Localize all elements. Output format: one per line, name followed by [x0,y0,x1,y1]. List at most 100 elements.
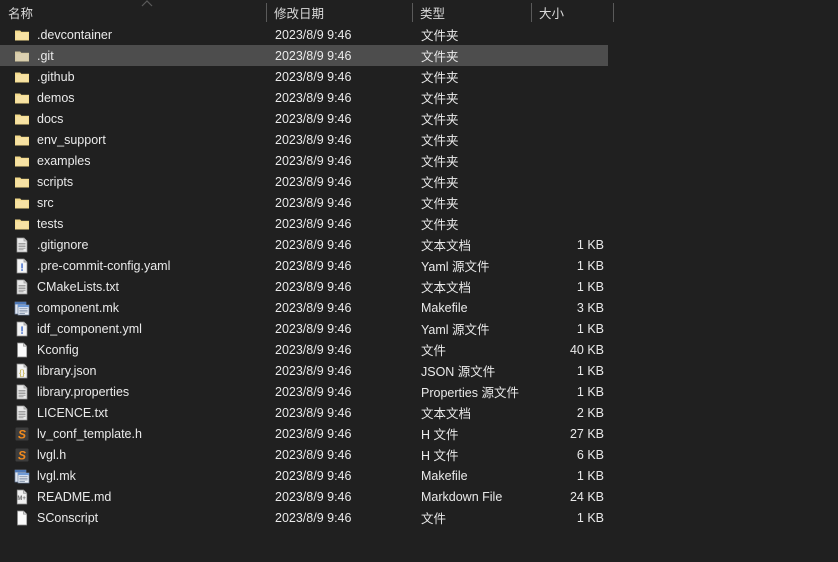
file-size-label: 1 KB [576,279,604,294]
table-row[interactable]: M+ README.md 2023/8/9 9:46 Markdown File 24 … [0,486,608,507]
file-type-label: Makefile [421,300,468,315]
file-name-cell[interactable]: CMakeLists.txt [0,276,266,297]
file-type-label: Properties 源文件 [421,386,519,400]
table-row[interactable]: .gitignore 2023/8/9 9:46 文本文档 1 KB [0,234,608,255]
column-header-date[interactable]: 修改日期 [266,0,412,24]
file-name-cell[interactable]: docs [0,108,266,129]
file-type-cell: Markdown File [412,486,531,507]
file-name-cell[interactable]: Slvgl.h [0,444,266,465]
table-row[interactable]: {} library.json 2023/8/9 9:46 JSON 源文件 1 KB [0,360,608,381]
table-row[interactable]: .github 2023/8/9 9:46 文件夹 [0,66,608,87]
file-type-cell: Makefile [412,465,531,486]
column-header-name-label: 名称 [8,6,34,21]
file-name-cell[interactable]: lvgl.mk [0,465,266,486]
table-row[interactable]: src 2023/8/9 9:46 文件夹 [0,192,608,213]
text-document-icon [14,237,30,253]
file-list[interactable]: .devcontainer 2023/8/9 9:46 文件夹 .git 2023/8/… [0,24,838,562]
column-header-type[interactable]: 类型 [412,0,531,24]
column-header-date-label: 修改日期 [274,6,325,21]
column-header-name[interactable]: 名称 [0,0,266,24]
file-type-cell: H 文件 [412,444,531,465]
file-name-cell[interactable]: src [0,192,266,213]
file-name-cell[interactable]: .pre-commit-config.yaml [0,255,266,276]
file-size-label: 24 KB [569,489,604,504]
file-date-cell: 2023/8/9 9:46 [266,381,412,402]
file-name-cell[interactable]: .github [0,66,266,87]
table-row[interactable]: docs 2023/8/9 9:46 文件夹 [0,108,608,129]
file-type-cell: 文件夹 [412,213,531,234]
file-name-cell[interactable]: examples [0,150,266,171]
column-header-size[interactable]: 大小 [531,0,613,24]
file-size-cell: 2 KB [531,402,608,423]
file-size-cell: 1 KB [531,318,608,339]
file-date-label: 2023/8/9 9:46 [275,405,352,420]
file-date-label: 2023/8/9 9:46 [275,321,352,336]
table-row[interactable]: CMakeLists.txt 2023/8/9 9:46 文本文档 1 KB [0,276,608,297]
table-row[interactable]: Kconfig 2023/8/9 9:46 文件 40 KB [0,339,608,360]
table-row[interactable]: SConscript 2023/8/9 9:46 文件 1 KB [0,507,608,528]
file-name-cell[interactable]: Kconfig [0,339,266,360]
file-name-cell[interactable]: .git [0,45,266,66]
file-size-cell: 1 KB [531,465,608,486]
file-type-cell: Yaml 源文件 [412,318,531,339]
file-name-cell[interactable]: .devcontainer [0,24,266,45]
file-name-cell[interactable]: demos [0,87,266,108]
file-type-label: 文件夹 [421,134,459,148]
file-name-cell[interactable]: env_support [0,129,266,150]
file-name-cell[interactable]: component.mk [0,297,266,318]
table-row[interactable]: component.mk 2023/8/9 9:46 Makefile 3 KB [0,297,608,318]
folder-icon [14,174,30,190]
table-row[interactable]: Slv_conf_template.h 2023/8/9 9:46 H 文件 27 K… [0,423,608,444]
file-size-cell: 24 KB [531,486,608,507]
table-row[interactable]: demos 2023/8/9 9:46 文件夹 [0,87,608,108]
folder-icon [14,90,30,106]
file-size-label: 40 KB [569,342,604,357]
column-divider-size-end[interactable] [613,3,614,22]
file-name-cell[interactable]: LICENCE.txt [0,402,266,423]
file-name-cell[interactable]: tests [0,213,266,234]
table-row[interactable]: scripts 2023/8/9 9:46 文件夹 [0,171,608,192]
file-type-cell: 文件夹 [412,171,531,192]
file-size-cell: 40 KB [531,339,608,360]
file-name-label: demos [37,90,75,105]
file-type-label: Yaml 源文件 [421,323,490,337]
file-date-cell: 2023/8/9 9:46 [266,507,412,528]
file-date-cell: 2023/8/9 9:46 [266,444,412,465]
file-size-cell [531,66,608,87]
file-name-cell[interactable]: .gitignore [0,234,266,255]
file-name-cell[interactable]: library.properties [0,381,266,402]
file-size-cell [531,45,608,66]
file-name-cell[interactable]: SConscript [0,507,266,528]
table-row[interactable]: idf_component.yml 2023/8/9 9:46 Yaml 源文件 1 … [0,318,608,339]
file-type-cell: 文本文档 [412,276,531,297]
table-row[interactable]: LICENCE.txt 2023/8/9 9:46 文本文档 2 KB [0,402,608,423]
file-date-label: 2023/8/9 9:46 [275,69,352,84]
text-document-icon [14,384,30,400]
table-row[interactable]: .pre-commit-config.yaml 2023/8/9 9:46 Yaml… [0,255,608,276]
file-date-label: 2023/8/9 9:46 [275,447,352,462]
table-row[interactable]: examples 2023/8/9 9:46 文件夹 [0,150,608,171]
table-row[interactable]: lvgl.mk 2023/8/9 9:46 Makefile 1 KB [0,465,608,486]
table-row[interactable]: .devcontainer 2023/8/9 9:46 文件夹 [0,24,608,45]
table-row[interactable]: library.properties 2023/8/9 9:46 Propertie… [0,381,608,402]
file-size-cell [531,129,608,150]
file-date-label: 2023/8/9 9:46 [275,468,352,483]
table-row[interactable]: env_support 2023/8/9 9:46 文件夹 [0,129,608,150]
table-row[interactable]: .git 2023/8/9 9:46 文件夹 [0,45,608,66]
file-type-cell: Yaml 源文件 [412,255,531,276]
file-name-cell[interactable]: Slv_conf_template.h [0,423,266,444]
table-row[interactable]: tests 2023/8/9 9:46 文件夹 [0,213,608,234]
file-date-label: 2023/8/9 9:46 [275,384,352,399]
file-size-cell: 1 KB [531,381,608,402]
file-name-cell[interactable]: M+ README.md [0,486,266,507]
file-name-cell[interactable]: idf_component.yml [0,318,266,339]
table-row[interactable]: Slvgl.h 2023/8/9 9:46 H 文件 6 KB [0,444,608,465]
file-date-cell: 2023/8/9 9:46 [266,213,412,234]
file-date-label: 2023/8/9 9:46 [275,27,352,42]
file-name-cell[interactable]: {} library.json [0,360,266,381]
file-name-cell[interactable]: scripts [0,171,266,192]
file-type-label: 文件夹 [421,197,459,211]
file-name-label: scripts [37,174,74,189]
file-name-label: examples [37,153,91,168]
file-size-cell: 6 KB [531,444,608,465]
